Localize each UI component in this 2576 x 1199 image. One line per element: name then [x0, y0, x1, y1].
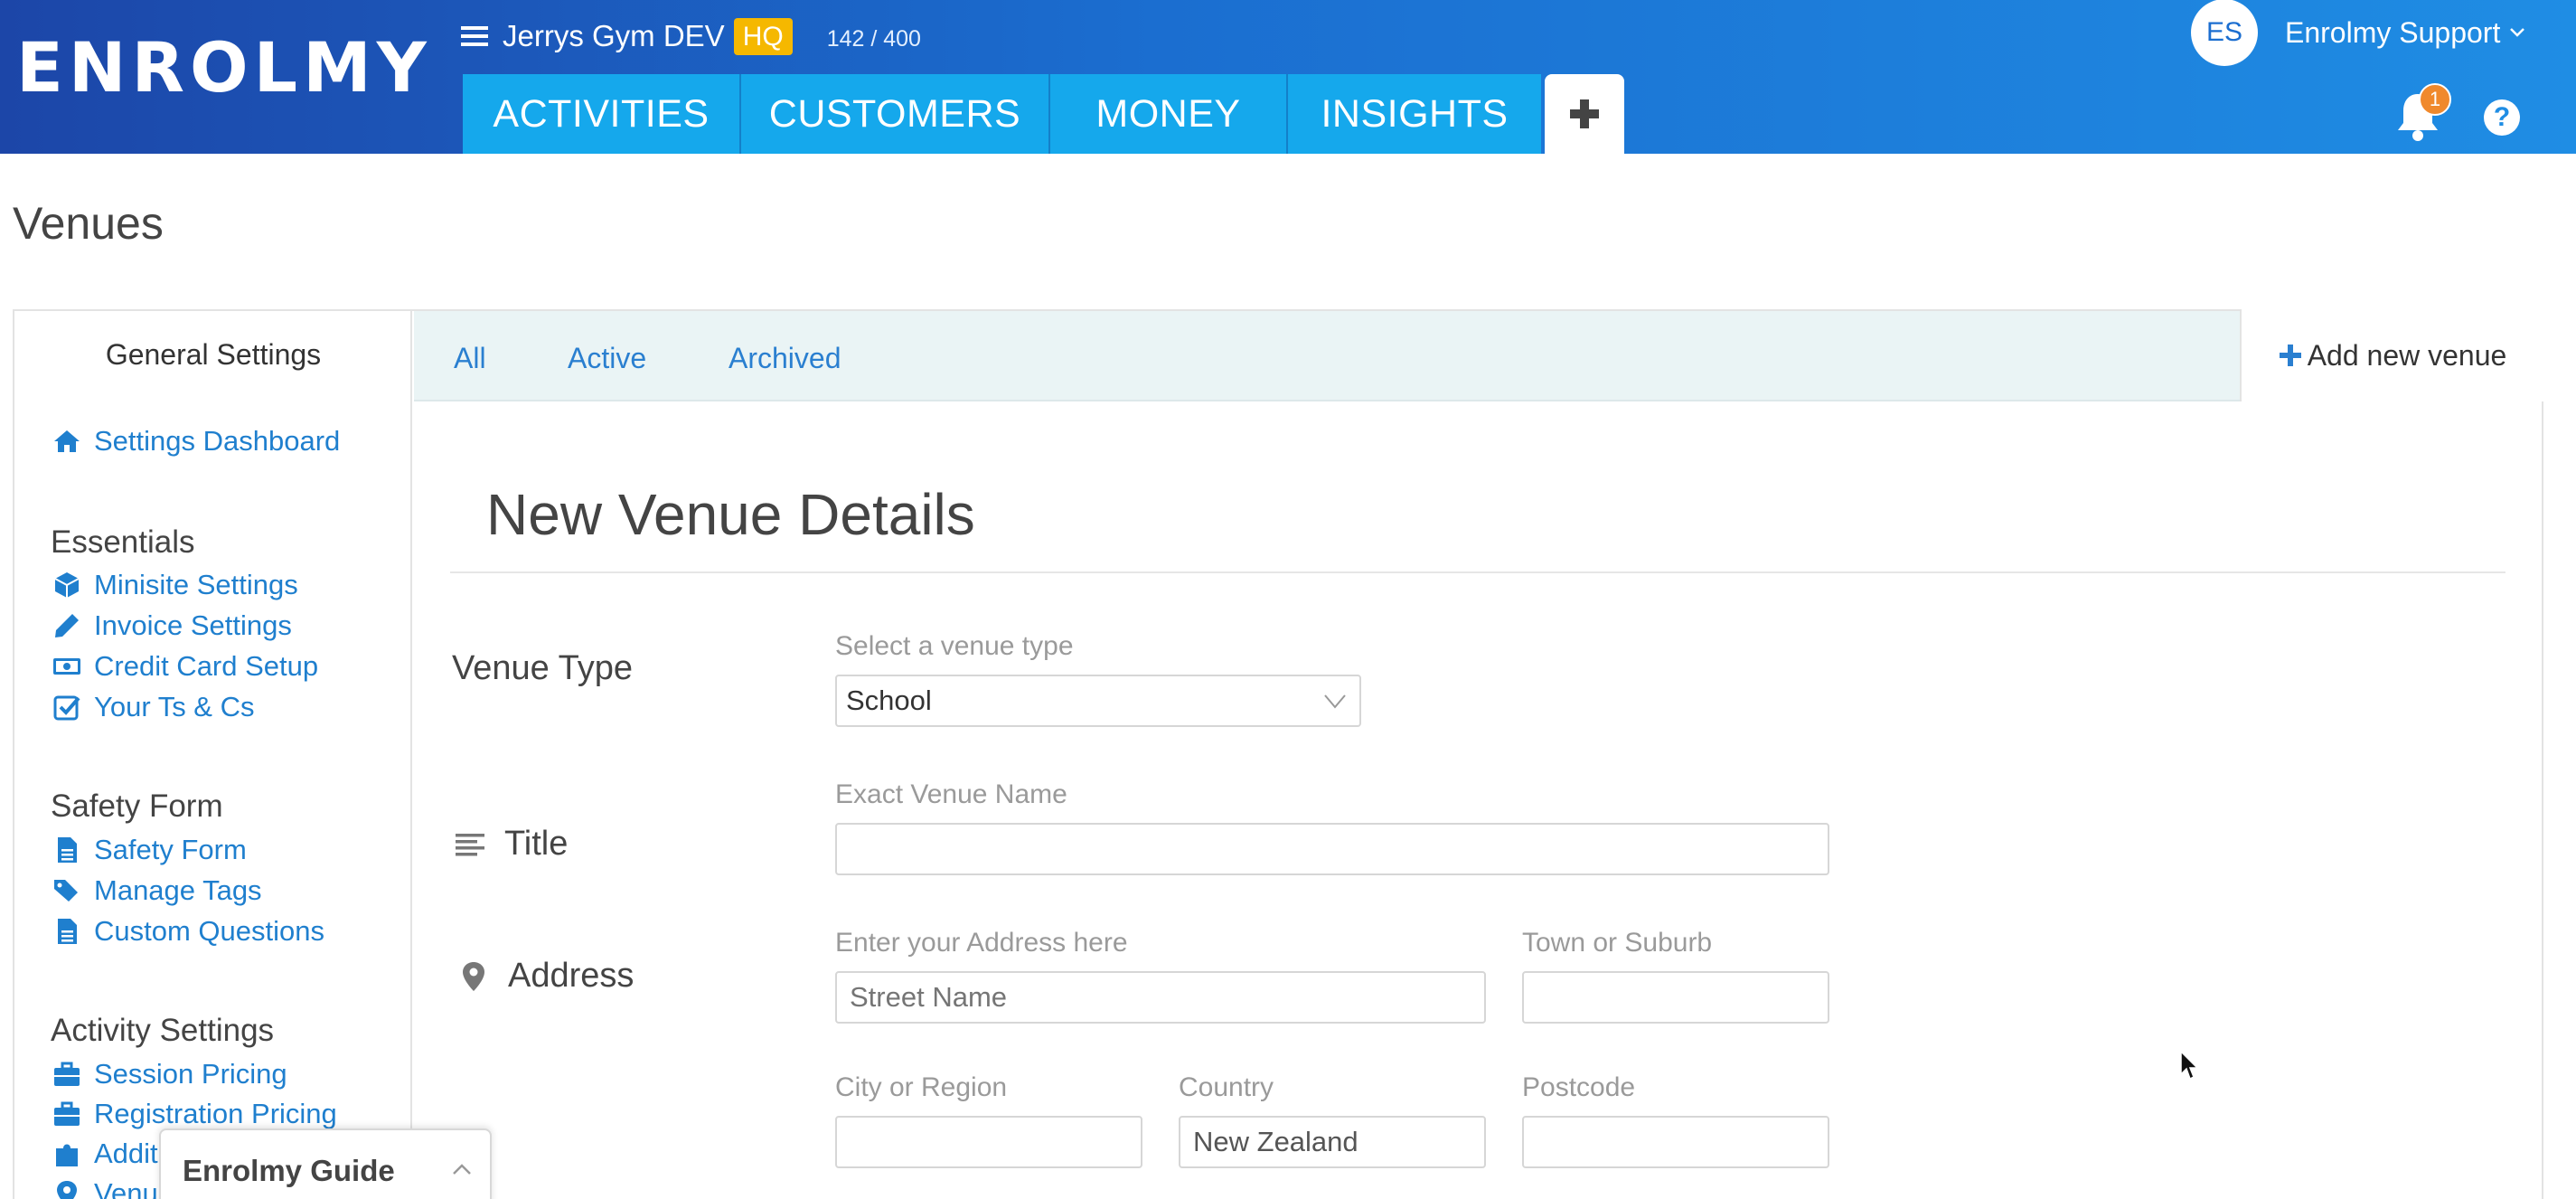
chevron-down-icon[interactable] — [2509, 27, 2525, 38]
usage-count: 142 / 400 — [826, 25, 921, 52]
org-name[interactable]: Jerrys Gym DEV — [503, 19, 725, 53]
title-hint: Exact Venue Name — [835, 779, 1067, 809]
page-title: Venues — [13, 198, 164, 249]
map-marker-icon — [57, 1181, 77, 1199]
sidebar-section-safety-form: Safety Form — [51, 788, 223, 824]
street-hint: Enter your Address here — [835, 928, 1128, 958]
tab-active[interactable]: Active — [568, 342, 646, 375]
sidebar-link-registration-pricing[interactable]: Registration Pricing — [52, 1096, 337, 1132]
sidebar-link-additional[interactable]: Additi — [52, 1136, 165, 1172]
sidebar-link-invoice-settings[interactable]: Invoice Settings — [52, 608, 292, 644]
enrolmy-logo[interactable]: ENROLMY — [16, 33, 432, 102]
guide-title: Enrolmy Guide — [183, 1154, 395, 1187]
address-label: Address — [457, 957, 634, 996]
cube-icon — [54, 572, 80, 598]
postcode-hint: Postcode — [1522, 1072, 1636, 1102]
puzzle-icon — [56, 1144, 78, 1166]
venue-type-hint: Select a venue type — [835, 631, 1074, 661]
country-input[interactable] — [1179, 1116, 1486, 1168]
sidebar-title: General Settings — [105, 338, 322, 371]
sidebar-link-settings-dashboard[interactable]: Settings Dashboard — [52, 423, 340, 459]
sidebar-section-activity-settings: Activity Settings — [51, 1013, 275, 1048]
city-input[interactable] — [835, 1116, 1142, 1168]
tags-icon — [54, 880, 78, 902]
sidebar-link-credit-card-setup[interactable]: Credit Card Setup — [52, 648, 318, 684]
sidebar-link-manage-tags[interactable]: Manage Tags — [52, 873, 262, 909]
align-left-icon — [456, 833, 484, 855]
briefcase-icon — [54, 1062, 80, 1086]
check-square-icon — [53, 695, 80, 721]
sidebar-link-ts-and-cs[interactable]: Your Ts & Cs — [52, 689, 254, 725]
venue-filter-tabs: All Active Archived Add new venue — [414, 309, 2543, 401]
plus-icon — [1570, 99, 1599, 128]
title-label: Title — [454, 825, 568, 864]
sidebar-link-safety-form[interactable]: Safety Form — [52, 832, 247, 868]
file-icon — [58, 919, 77, 944]
form-divider — [450, 571, 2505, 573]
mouse-cursor-icon — [2180, 1051, 2199, 1081]
avatar[interactable]: ES — [2191, 0, 2258, 66]
nav-tab-activities[interactable]: ACTIVITIES — [463, 74, 741, 154]
nav-tab-money[interactable]: MONEY — [1050, 74, 1288, 154]
tab-all[interactable]: All — [454, 342, 486, 375]
map-marker-icon — [463, 961, 484, 991]
briefcase-icon — [54, 1101, 80, 1126]
pencil-icon — [55, 614, 79, 637]
sidebar-link-custom-questions[interactable]: Custom Questions — [52, 913, 324, 949]
country-hint: Country — [1179, 1072, 1274, 1102]
sidebar-link-minisite-settings[interactable]: Minisite Settings — [52, 567, 298, 603]
main-nav: ACTIVITIES CUSTOMERS MONEY INSIGHTS — [463, 74, 1624, 154]
enrolmy-guide-panel[interactable]: Enrolmy Guide — [159, 1128, 492, 1199]
sidebar-link-venues[interactable]: Venu — [52, 1175, 158, 1199]
help-icon[interactable]: ? — [2484, 99, 2520, 136]
town-input[interactable] — [1522, 971, 1829, 1024]
money-icon — [53, 658, 80, 675]
user-menu[interactable]: ES Enrolmy Support — [2191, 0, 2525, 66]
city-hint: City or Region — [835, 1072, 1008, 1102]
chevron-down-icon — [1324, 694, 1346, 709]
org-switcher[interactable]: Jerrys Gym DEV HQ 142 / 400 — [461, 13, 921, 60]
venue-name-input[interactable] — [835, 823, 1829, 875]
user-name[interactable]: Enrolmy Support — [2285, 16, 2500, 50]
add-new-venue-button[interactable]: Add new venue — [2240, 309, 2543, 401]
venue-type-select[interactable]: School — [835, 675, 1361, 727]
form-title: New Venue Details — [486, 482, 975, 547]
venue-type-label: Venue Type — [452, 649, 634, 687]
settings-sidebar: General Settings Settings Dashboard Esse… — [14, 311, 412, 1199]
file-icon — [58, 837, 77, 863]
notification-badge[interactable]: 1 — [2419, 83, 2451, 116]
tab-archived[interactable]: Archived — [729, 342, 841, 375]
nav-add-button[interactable] — [1545, 74, 1624, 154]
chevron-up-icon[interactable] — [452, 1163, 472, 1175]
sidebar-link-session-pricing[interactable]: Session Pricing — [52, 1056, 287, 1092]
town-hint: Town or Suburb — [1522, 928, 1713, 958]
postcode-input[interactable] — [1522, 1116, 1829, 1168]
hq-badge: HQ — [733, 17, 793, 55]
street-input[interactable] — [835, 971, 1486, 1024]
sidebar-section-essentials: Essentials — [51, 524, 195, 560]
plus-icon — [2279, 345, 2301, 366]
nav-tab-insights[interactable]: INSIGHTS — [1288, 74, 1541, 154]
menu-icon[interactable] — [461, 25, 488, 47]
top-header: ENROLMY Jerrys Gym DEV HQ 142 / 400 ACTI… — [0, 0, 2576, 154]
home-icon — [54, 430, 80, 452]
nav-tab-customers[interactable]: CUSTOMERS — [741, 74, 1050, 154]
